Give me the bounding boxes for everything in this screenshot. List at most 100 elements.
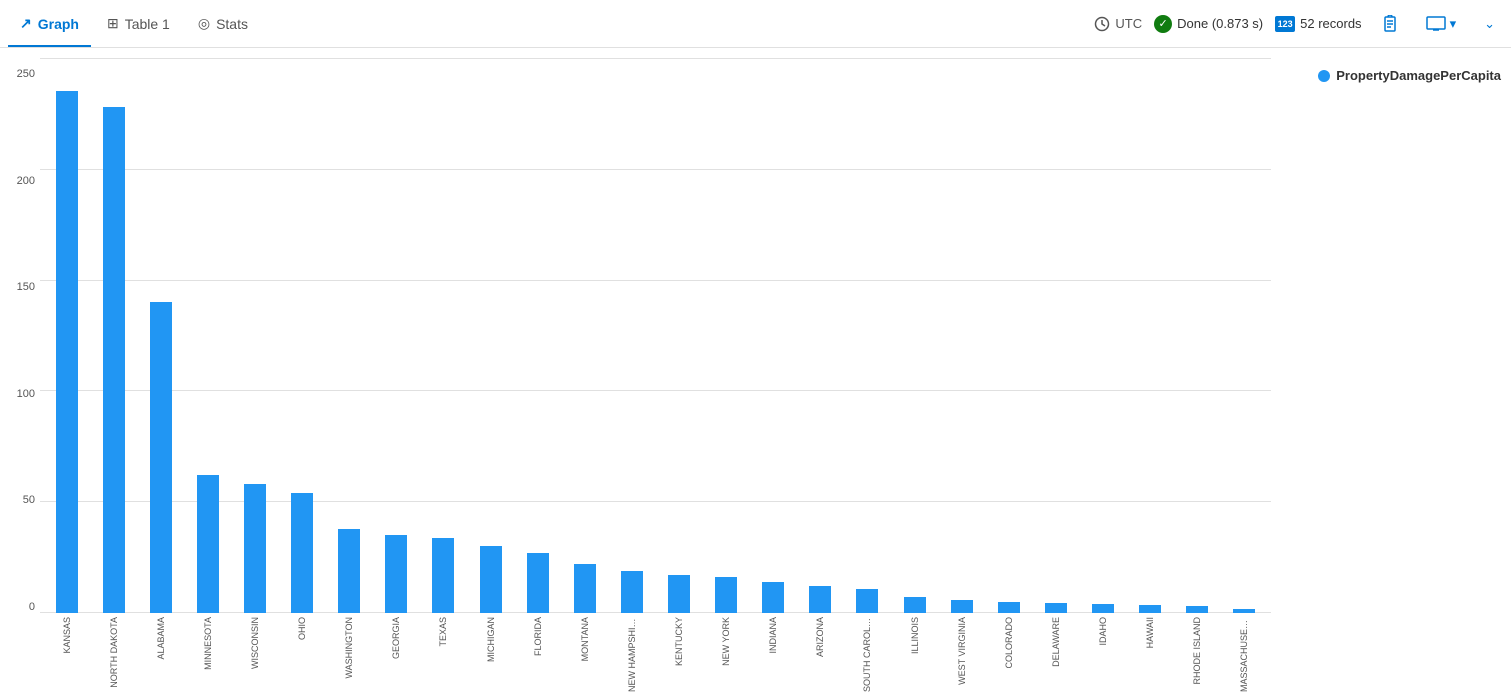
y-axis-label: 150 — [5, 281, 35, 293]
chart-inner: KANSASNORTH DAKOTAALABAMAMINNESOTAWISCON… — [40, 58, 1511, 693]
bar-group[interactable] — [1175, 58, 1220, 613]
check-icon: ✓ — [1154, 15, 1172, 33]
bar[interactable] — [150, 302, 172, 613]
x-axis-label: SOUTH CAROLINA — [845, 617, 890, 692]
status-item: ✓ Done (0.873 s) — [1154, 15, 1263, 33]
bar[interactable] — [762, 582, 784, 613]
bar[interactable] — [197, 475, 219, 613]
x-axis-label: OHIO — [280, 617, 325, 640]
bar-group[interactable] — [656, 58, 701, 613]
chevron-icon: ⌄ — [1484, 16, 1495, 32]
x-axis-label: NEW YORK — [704, 617, 749, 666]
bar-group[interactable] — [91, 58, 136, 613]
bar-group[interactable] — [939, 58, 984, 613]
bar[interactable] — [338, 529, 360, 613]
bar-group[interactable] — [374, 58, 419, 613]
bar-group[interactable] — [44, 58, 89, 613]
bar-group[interactable] — [562, 58, 607, 613]
x-axis-label: WEST VIRGINIA — [939, 617, 984, 685]
x-axis-label: MASSACHUSETTS — [1222, 617, 1267, 692]
bar-group[interactable] — [232, 58, 277, 613]
bar[interactable] — [809, 586, 831, 613]
tab-stats[interactable]: ◎ Stats — [186, 0, 260, 47]
bar[interactable] — [291, 493, 313, 613]
x-axis-label: FLORIDA — [515, 617, 560, 656]
bar-group[interactable] — [1222, 58, 1267, 613]
x-axis-label: DELAWARE — [1033, 617, 1078, 667]
x-axis-label: HAWAII — [1128, 617, 1173, 648]
x-axis-label: COLORADO — [986, 617, 1031, 669]
tab-graph[interactable]: ↗ Graph — [8, 0, 91, 47]
y-axis-label: 250 — [5, 68, 35, 80]
bar-group[interactable] — [1128, 58, 1173, 613]
bar-group[interactable] — [704, 58, 749, 613]
records-item: 123 52 records — [1275, 16, 1361, 32]
x-axis-label: INDIANA — [751, 617, 796, 654]
y-axis-label: 0 — [5, 601, 35, 613]
table-icon: ⊞ — [107, 15, 119, 32]
bar-group[interactable] — [468, 58, 513, 613]
y-axis: 250200150100500 — [0, 58, 40, 693]
bar-group[interactable] — [892, 58, 937, 613]
records-icon: 123 — [1275, 16, 1295, 32]
bar[interactable] — [1092, 604, 1114, 613]
status-label: Done (0.873 s) — [1177, 16, 1263, 31]
bar-group[interactable] — [751, 58, 796, 613]
bar-group[interactable] — [421, 58, 466, 613]
y-axis-label: 100 — [5, 388, 35, 400]
toolbar-right: UTC ✓ Done (0.873 s) 123 52 records ▾ — [1094, 11, 1503, 37]
bar[interactable] — [856, 589, 878, 613]
chart-area: 250200150100500 KANSASNORTH DAKOTAALABAM… — [0, 48, 1511, 693]
bar[interactable] — [1186, 606, 1208, 613]
collapse-button[interactable]: ⌄ — [1476, 12, 1503, 36]
bar[interactable] — [103, 107, 125, 613]
bar[interactable] — [527, 553, 549, 613]
chevron-down-icon: ▾ — [1450, 16, 1457, 32]
bar-group[interactable] — [515, 58, 560, 613]
display-button[interactable]: ▾ — [1418, 12, 1465, 36]
bar[interactable] — [385, 535, 407, 613]
toolbar: ↗ Graph ⊞ Table 1 ◎ Stats UTC ✓ Done (0.… — [0, 0, 1511, 48]
bar[interactable] — [244, 484, 266, 613]
x-axis-label: IDAHO — [1080, 617, 1125, 646]
chart-legend: PropertyDamagePerCapita — [1318, 68, 1501, 83]
bar[interactable] — [668, 575, 690, 613]
x-axis-label: ILLINOIS — [892, 617, 937, 654]
bar[interactable] — [998, 602, 1020, 613]
x-labels: KANSASNORTH DAKOTAALABAMAMINNESOTAWISCON… — [40, 613, 1271, 693]
tab-graph-label: Graph — [38, 16, 79, 32]
x-axis-label: MICHIGAN — [468, 617, 513, 662]
bar[interactable] — [1045, 603, 1067, 613]
tab-table1-label: Table 1 — [125, 16, 170, 32]
bar[interactable] — [574, 564, 596, 613]
bar-group[interactable] — [845, 58, 890, 613]
bar[interactable] — [715, 577, 737, 613]
bar-group[interactable] — [986, 58, 1031, 613]
records-label: 52 records — [1300, 16, 1361, 31]
bar-group[interactable] — [327, 58, 372, 613]
bar[interactable] — [432, 538, 454, 613]
bar[interactable] — [951, 600, 973, 613]
x-axis-label: MINNESOTA — [185, 617, 230, 670]
bar-group[interactable] — [138, 58, 183, 613]
bar[interactable] — [480, 546, 502, 613]
x-axis-label: TEXAS — [421, 617, 466, 647]
bar[interactable] — [56, 91, 78, 613]
bar-group[interactable] — [609, 58, 654, 613]
clipboard-button[interactable] — [1374, 11, 1406, 37]
bar-group[interactable] — [1033, 58, 1078, 613]
x-axis-label: KENTUCKY — [656, 617, 701, 666]
x-axis-label: WISCONSIN — [232, 617, 277, 669]
bar-group[interactable] — [1080, 58, 1125, 613]
bar[interactable] — [621, 571, 643, 613]
tab-table1[interactable]: ⊞ Table 1 — [95, 0, 182, 47]
timezone-item[interactable]: UTC — [1094, 16, 1142, 32]
bar-group[interactable] — [280, 58, 325, 613]
bar-group[interactable] — [185, 58, 230, 613]
x-axis-label: MONTANA — [562, 617, 607, 661]
graph-icon: ↗ — [20, 15, 32, 32]
clipboard-icon — [1382, 15, 1398, 33]
bar[interactable] — [904, 597, 926, 613]
bar-group[interactable] — [798, 58, 843, 613]
bar[interactable] — [1139, 605, 1161, 613]
